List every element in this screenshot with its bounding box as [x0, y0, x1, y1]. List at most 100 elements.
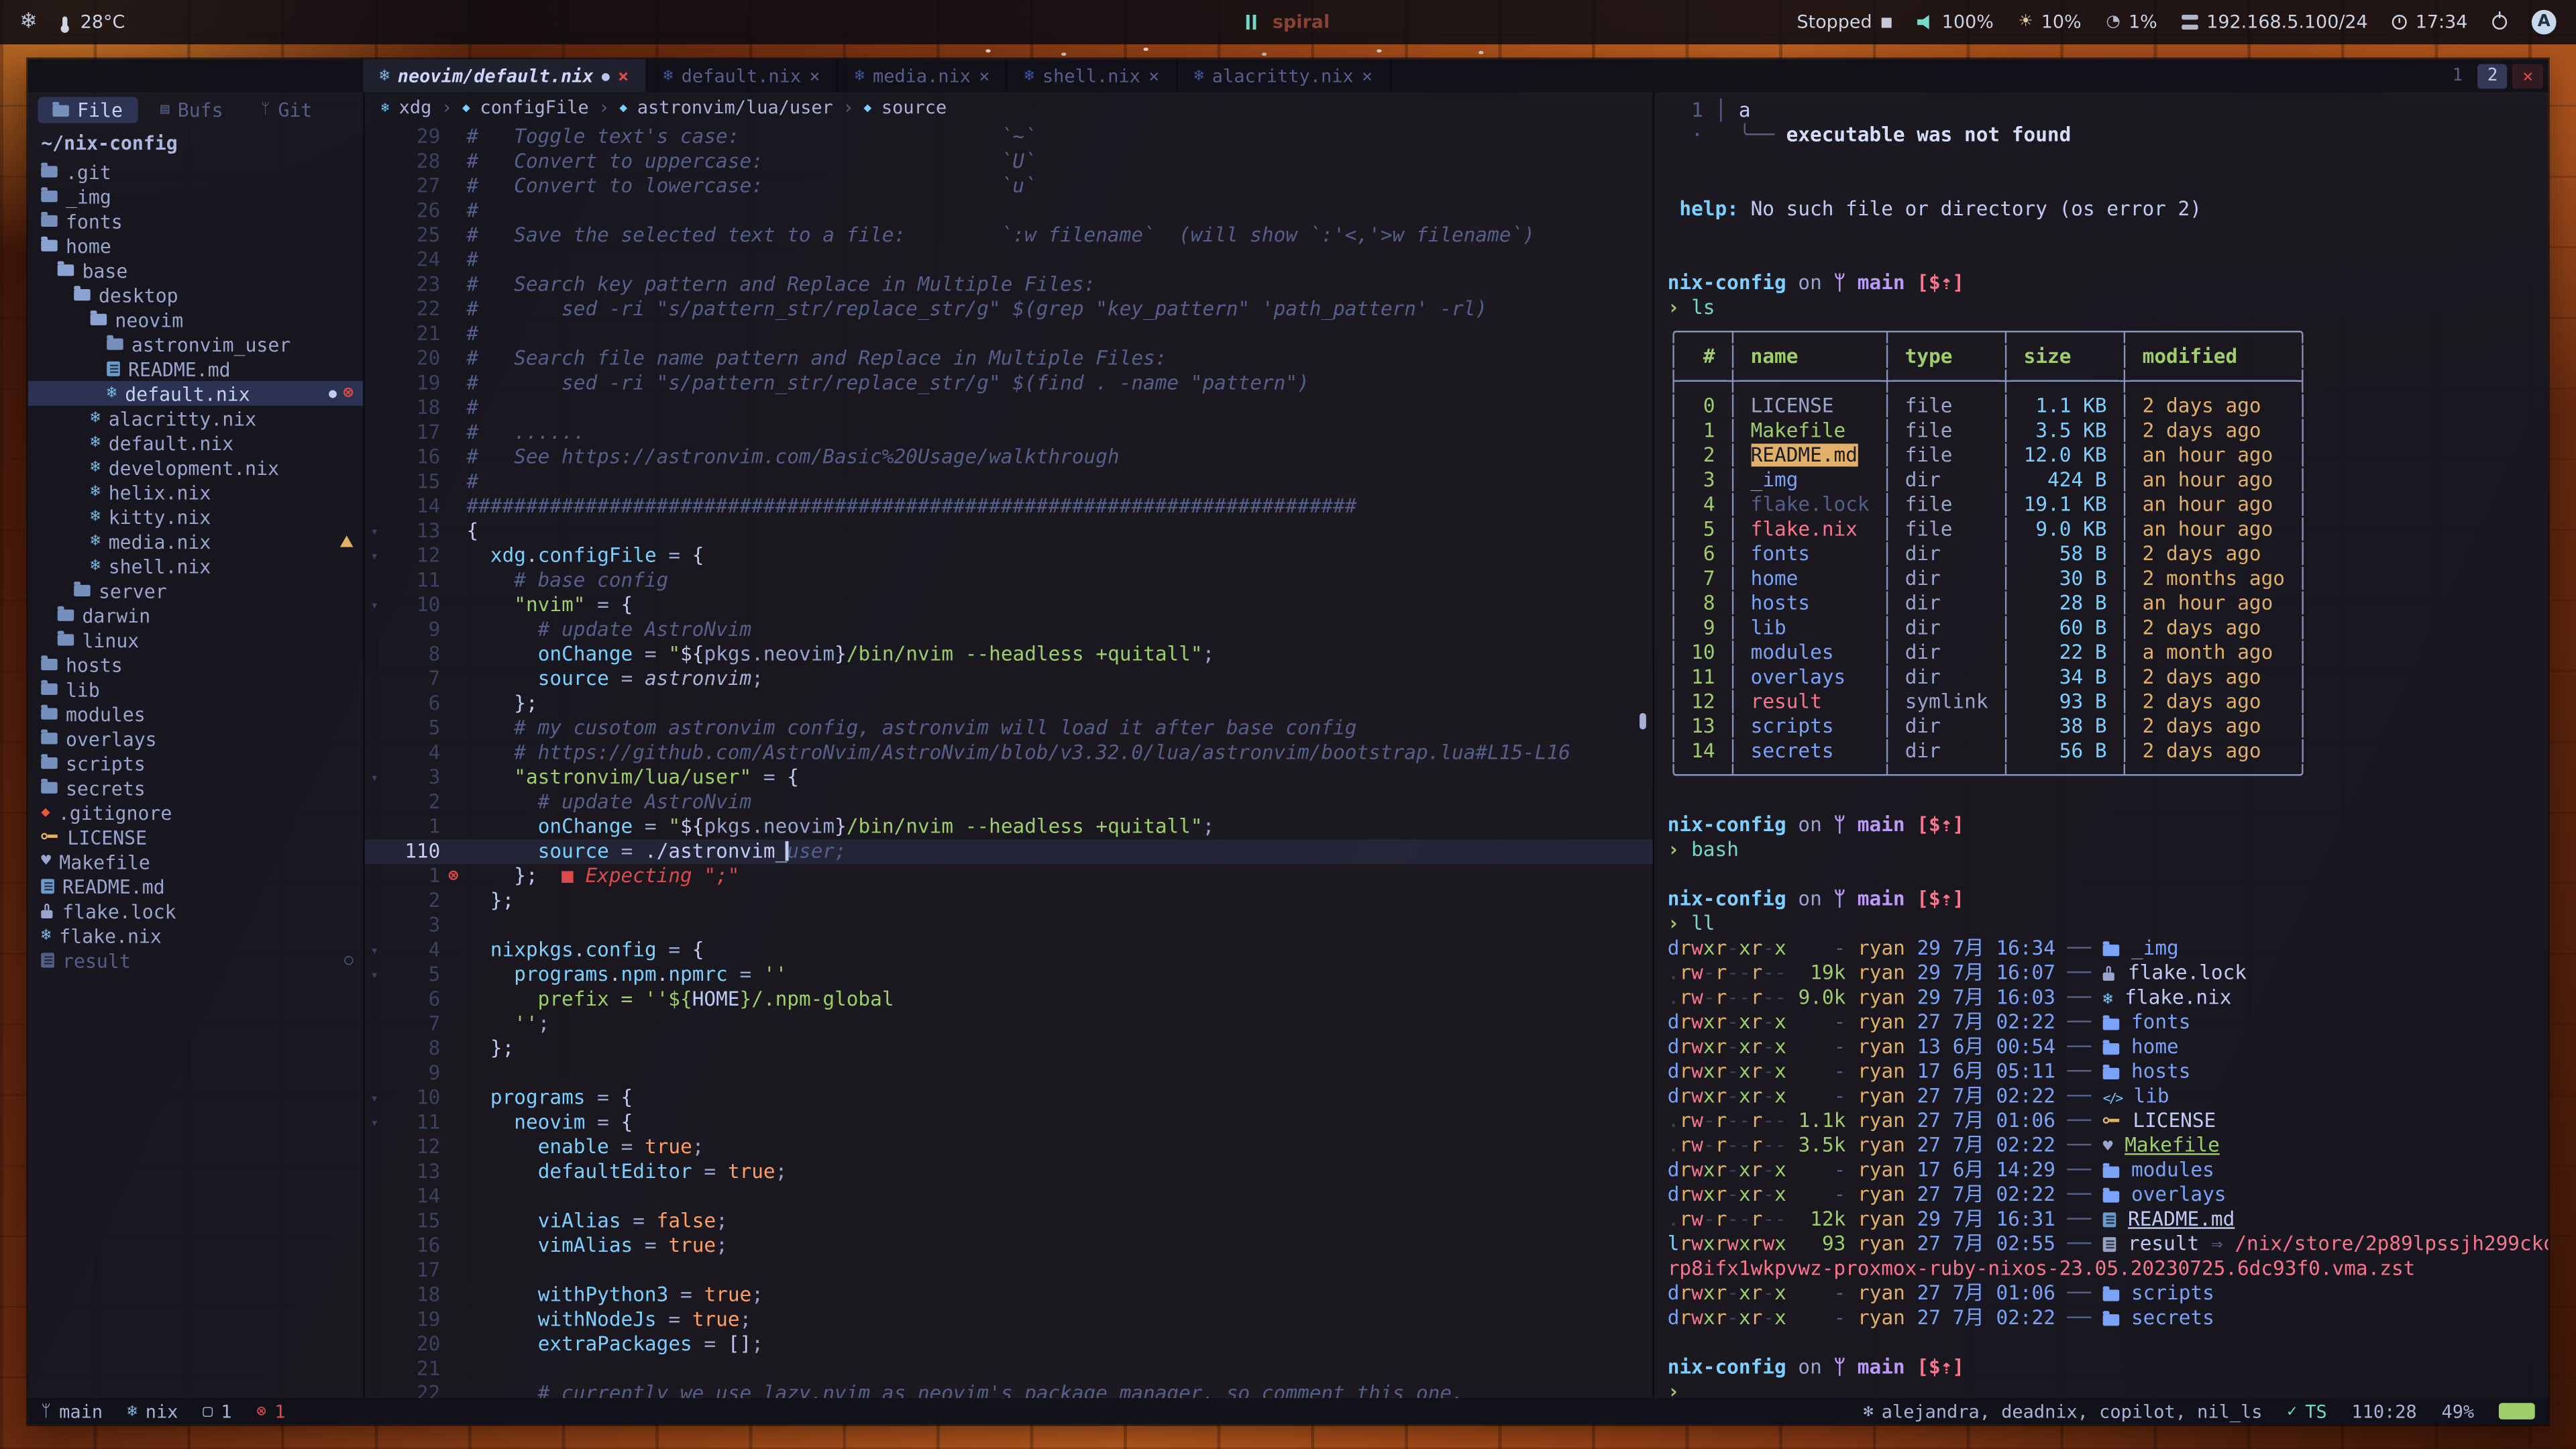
editor-line[interactable]: 110 source = ./astronvim_user;: [365, 839, 1653, 864]
editor-line[interactable]: 3: [365, 914, 1653, 938]
buffer-tab[interactable]: ❄media.nix×: [839, 59, 1008, 92]
tree-item-neovim[interactable]: neovim: [28, 307, 364, 332]
breadcrumb-item[interactable]: xdg: [399, 96, 432, 117]
explorer-source-git[interactable]: ᛘGit: [246, 97, 327, 123]
tabpage-1[interactable]: 1: [2443, 63, 2473, 88]
tree-item-secrets[interactable]: secrets: [28, 775, 364, 800]
editor-line[interactable]: 23 # Search key pattern and Replace in M…: [365, 273, 1653, 298]
tree-item-alacritty.nix[interactable]: ❄alacritty.nix: [28, 406, 364, 431]
editor-line[interactable]: ▾13 {: [365, 519, 1653, 544]
tree-item-media.nix[interactable]: ❄media.nix: [28, 529, 364, 554]
editor-line[interactable]: 8 onChange = "${pkgs.neovim}/bin/nvim --…: [365, 643, 1653, 667]
breadcrumb-item[interactable]: configFile: [480, 96, 588, 117]
tree-item-default.nix[interactable]: ❄default.nix: [28, 431, 364, 455]
tree-item-Makefile[interactable]: ♥Makefile: [28, 849, 364, 874]
editor-line[interactable]: ▾4 nixpkgs.config = {: [365, 938, 1653, 963]
close-window-icon[interactable]: ×: [2512, 63, 2543, 88]
network-widget[interactable]: 192.168.5.100/24: [2182, 11, 2368, 33]
info-diagnostics-segment[interactable]: ▢ 1: [203, 1401, 231, 1422]
recorder-widget[interactable]: Stopped ■: [1797, 11, 1893, 33]
editor-line[interactable]: 19 # sed -ri "s/pattern_str/replace_str/…: [365, 371, 1653, 396]
tree-item-flake.nix[interactable]: ❄flake.nix: [28, 923, 364, 948]
editor-line[interactable]: 16 vimAlias = true;: [365, 1234, 1653, 1258]
editor-line[interactable]: 24 #: [365, 248, 1653, 273]
editor-line[interactable]: 15 #: [365, 470, 1653, 494]
editor-line[interactable]: 5 # my cusotom astronvim config, astronv…: [365, 716, 1653, 741]
editor-line[interactable]: 26 #: [365, 199, 1653, 223]
tree-item-server[interactable]: server: [28, 578, 364, 603]
nixos-logo-icon[interactable]: ❄: [19, 10, 38, 35]
tree-item-default.nix[interactable]: ❄default.nix●⊗: [28, 381, 364, 406]
editor-line[interactable]: 14 #####################################…: [365, 494, 1653, 519]
editor-line[interactable]: 9: [365, 1061, 1653, 1086]
tree-item-development.nix[interactable]: ❄development.nix: [28, 455, 364, 480]
editor-line[interactable]: 14: [365, 1185, 1653, 1210]
clock-widget[interactable]: 17:34: [2392, 11, 2467, 33]
buffer-tab[interactable]: ❄shell.nix×: [1008, 59, 1177, 92]
editor-line[interactable]: 1⊗ }; ■ Expecting ";": [365, 864, 1653, 889]
editor-line[interactable]: 18 #: [365, 396, 1653, 421]
tree-item-shell.nix[interactable]: ❄shell.nix: [28, 553, 364, 578]
editor-line[interactable]: 20 # Search file name pattern and Replac…: [365, 347, 1653, 372]
close-tab-icon[interactable]: ×: [809, 65, 820, 87]
tree-item-flake.lock[interactable]: flake.lock: [28, 899, 364, 924]
editor-line[interactable]: 7 source = astronvim;: [365, 667, 1653, 692]
scrollbar-thumb[interactable]: [1640, 713, 1646, 729]
tabpage-2[interactable]: 2: [2477, 63, 2508, 88]
buffer-tab[interactable]: ❄alacritty.nix×: [1177, 59, 1391, 92]
tree-item-scripts[interactable]: scripts: [28, 751, 364, 775]
editor-line[interactable]: ▾10 "nvim" = {: [365, 593, 1653, 618]
editor-code[interactable]: 29 # Toggle text's case: `~` 28 # Conver…: [365, 121, 1653, 1398]
editor-line[interactable]: 6 };: [365, 692, 1653, 716]
editor-line[interactable]: 17: [365, 1258, 1653, 1283]
tree-item-linux[interactable]: linux: [28, 628, 364, 653]
git-branch-segment[interactable]: ᛘ main: [41, 1401, 103, 1422]
editor-line[interactable]: 2 # update AstroNvim: [365, 790, 1653, 815]
terminal-pane[interactable]: 1 │ a · ╰── executable was not found hel…: [1653, 92, 2548, 1398]
editor-line[interactable]: 22 # sed -ri "s/pattern_str/replace_str/…: [365, 297, 1653, 322]
editor-line[interactable]: 11 # base config: [365, 568, 1653, 593]
error-diagnostics-segment[interactable]: ⊗ 1: [256, 1401, 285, 1422]
editor-line[interactable]: 21 #: [365, 322, 1653, 347]
tree-item-kitty.nix[interactable]: ❄kitty.nix: [28, 504, 364, 529]
editor-line[interactable]: ▾11 neovim = {: [365, 1111, 1653, 1136]
tree-item-LICENSE[interactable]: LICENSE: [28, 824, 364, 849]
editor-line[interactable]: 1 onChange = "${pkgs.neovim}/bin/nvim --…: [365, 815, 1653, 840]
editor-line[interactable]: 25 # Save the selected text to a file: `…: [365, 223, 1653, 248]
tree-item-helix.nix[interactable]: ❄helix.nix: [28, 480, 364, 504]
tree-item-.git[interactable]: .git: [28, 160, 364, 184]
tree-item-base[interactable]: base: [28, 258, 364, 282]
close-tab-icon[interactable]: ×: [1362, 65, 1373, 87]
editor-line[interactable]: 12 enable = true;: [365, 1135, 1653, 1160]
tree-item-README.md[interactable]: README.md: [28, 874, 364, 899]
editor-line[interactable]: 8 };: [365, 1036, 1653, 1061]
tree-item-fonts[interactable]: fonts: [28, 209, 364, 233]
editor-line[interactable]: ▾12 xdg.configFile = {: [365, 544, 1653, 569]
tree-item-home[interactable]: home: [28, 233, 364, 258]
brightness-widget[interactable]: ☀ 10%: [2019, 11, 2082, 33]
editor-line[interactable]: 21: [365, 1357, 1653, 1382]
breadcrumb-item[interactable]: astronvim/lua/user: [637, 96, 833, 117]
tree-item-.gitignore[interactable]: ◆.gitignore: [28, 800, 364, 825]
editor-line[interactable]: 28 # Convert to uppercase: `U`: [365, 150, 1653, 174]
editor-line[interactable]: 13 defaultEditor = true;: [365, 1160, 1653, 1185]
tree-item-hosts[interactable]: hosts: [28, 652, 364, 677]
editor-line[interactable]: 6 prefix = ''${HOME}/.npm-global: [365, 987, 1653, 1012]
keyboard-layout-badge[interactable]: A: [2532, 10, 2557, 35]
temperature-widget[interactable]: 28°C: [62, 11, 125, 33]
close-tab-icon[interactable]: ×: [979, 65, 989, 87]
editor-line[interactable]: 16 # See https://astronvim.com/Basic%20U…: [365, 445, 1653, 470]
buffer-tab[interactable]: ❄neovim/default.nix●×: [363, 59, 647, 92]
editor-line[interactable]: ▾5 programs.npm.npmrc = '': [365, 963, 1653, 987]
tree-item-result[interactable]: result○: [28, 948, 364, 973]
tree-item-_img[interactable]: _img: [28, 184, 364, 209]
editor-line[interactable]: 15 viAlias = false;: [365, 1209, 1653, 1234]
editor-line[interactable]: 27 # Convert to lowercase: `u`: [365, 174, 1653, 199]
breadcrumb-item[interactable]: source: [881, 96, 947, 117]
tree-item-desktop[interactable]: desktop: [28, 282, 364, 307]
editor-line[interactable]: 2 };: [365, 889, 1653, 914]
power-icon[interactable]: [2492, 15, 2507, 30]
tree-item-lib[interactable]: lib: [28, 677, 364, 702]
tree-item-astronvim_user[interactable]: astronvim_user: [28, 332, 364, 357]
close-tab-icon[interactable]: ×: [618, 65, 629, 87]
